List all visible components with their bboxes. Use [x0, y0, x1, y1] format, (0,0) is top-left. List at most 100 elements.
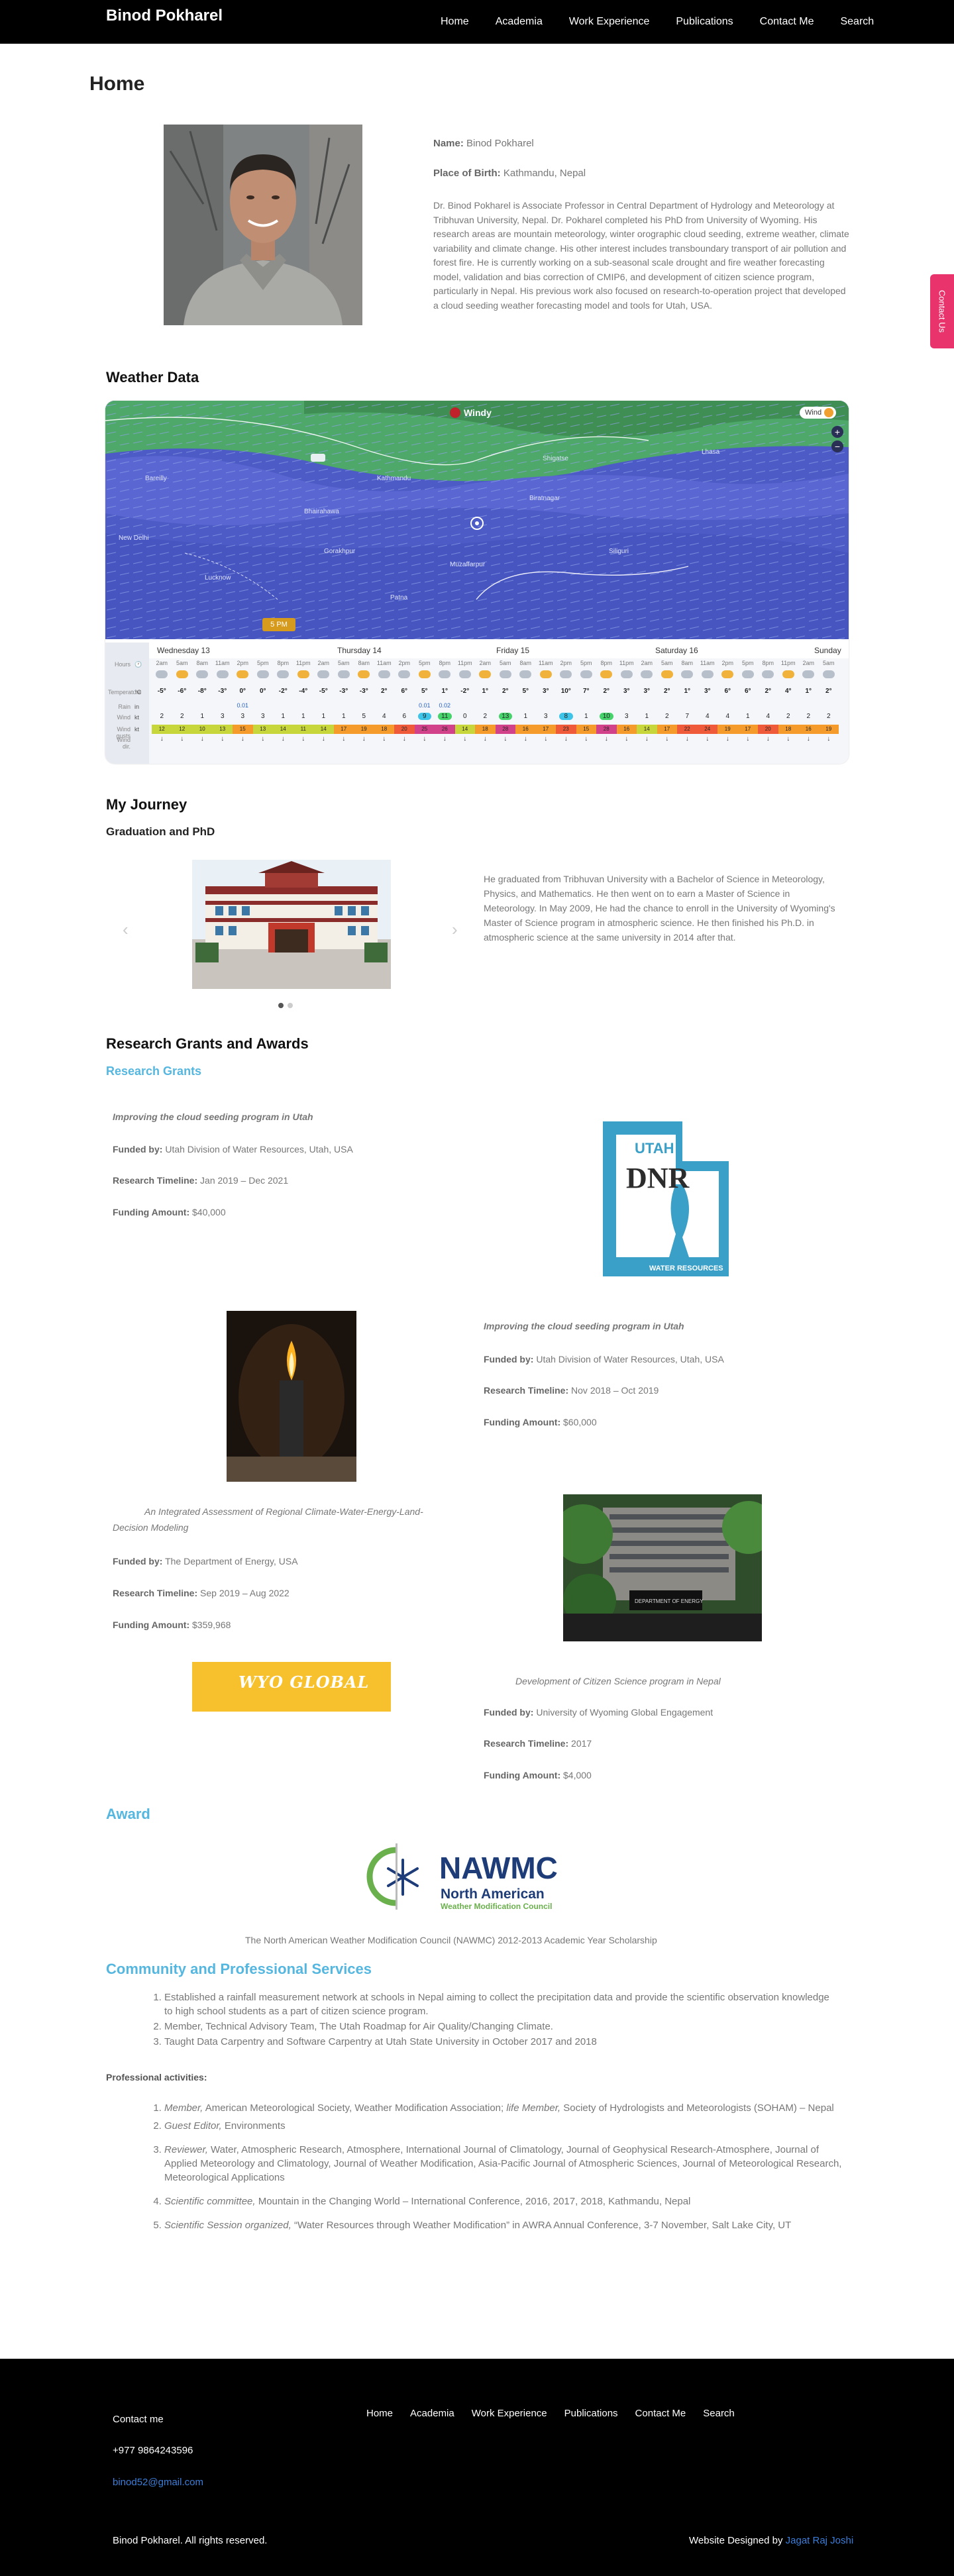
- activity-text: Mountain in the Changing World – Interna…: [258, 2196, 691, 2207]
- carousel-prev-button[interactable]: ‹: [123, 919, 129, 940]
- wind-direction-arrow-icon: ↓: [665, 735, 669, 743]
- weather-icon: [681, 670, 693, 678]
- community-list: Established a rainfall measurement netwo…: [164, 1990, 833, 2050]
- wind-value: 2: [786, 713, 790, 720]
- nav-academia[interactable]: Academia: [496, 16, 543, 28]
- day-label[interactable]: Thursday 14: [337, 646, 382, 655]
- day-label[interactable]: Friday 15: [496, 646, 529, 655]
- hour-label: 2pm: [721, 660, 733, 666]
- footer-nav-search[interactable]: Search: [703, 2408, 735, 2419]
- temperature-value: 5°: [421, 688, 428, 695]
- footer-nav-academia[interactable]: Academia: [410, 2408, 454, 2419]
- activity-role: Member,: [164, 2102, 203, 2114]
- footer-email-link[interactable]: binod52@gmail.com: [113, 2477, 203, 2488]
- grant-timeline: Research Timeline: Jan 2019 – Dec 2021: [113, 1172, 288, 1188]
- weather-icon: [156, 670, 168, 678]
- weather-icon: [358, 670, 370, 678]
- carousel-dot[interactable]: [288, 1003, 293, 1008]
- footer-nav-home[interactable]: Home: [366, 2408, 393, 2419]
- nawmc-main-text: NAWMC: [439, 1851, 558, 1885]
- grant-title: An Integrated Assessment of Regional Cli…: [113, 1506, 423, 1533]
- map-label-patna: Patna: [390, 594, 408, 601]
- utah-dnr-logo: UTAH DNR WATER RESOURCES: [596, 1121, 735, 1276]
- nav-publications[interactable]: Publications: [676, 16, 733, 28]
- nav-home[interactable]: Home: [441, 16, 469, 28]
- wind-value: 3: [220, 713, 225, 720]
- wind-value: 13: [498, 713, 512, 720]
- footer-nav-work-experience[interactable]: Work Experience: [472, 2408, 547, 2419]
- wind-direction-arrow-icon: ↓: [382, 735, 386, 743]
- weather-icon: [721, 670, 733, 678]
- day-label[interactable]: Saturday 16: [655, 646, 698, 655]
- rain-value: 0.01: [237, 702, 249, 709]
- footer-phone[interactable]: +977 9864243596: [113, 2445, 193, 2456]
- weather-icon: [499, 670, 511, 678]
- row-label: Wind: [117, 714, 131, 721]
- wind-direction-arrow-icon: ↓: [625, 735, 629, 743]
- temperature-value: -2°: [278, 688, 288, 695]
- rain-value: 0.01: [418, 702, 431, 709]
- list-item: Established a rainfall measurement netwo…: [164, 1990, 833, 2018]
- temperature-value: 6°: [744, 688, 751, 695]
- hour-label: 2pm: [237, 660, 248, 666]
- list-item: Member, American Meteorological Society,…: [164, 2101, 853, 2115]
- nav-search[interactable]: Search: [840, 16, 874, 28]
- day-label[interactable]: Wednesday 13: [157, 646, 210, 655]
- temperature-value: -4°: [299, 688, 308, 695]
- carousel-dot-active[interactable]: [278, 1003, 284, 1008]
- weather-icon: [782, 670, 794, 678]
- hour-label: 2am: [641, 660, 653, 666]
- hour-label: 8am: [519, 660, 531, 666]
- amount-label: Funding Amount:: [113, 1207, 190, 1217]
- wind-direction-arrow-icon: ↓: [523, 735, 527, 743]
- footer-nav-contact-me[interactable]: Contact Me: [635, 2408, 686, 2419]
- grant-timeline: Research Timeline: Sep 2019 – Aug 2022: [113, 1585, 290, 1601]
- map-label-muzaffarpur: Muzaffarpur: [450, 561, 486, 568]
- wind-direction-arrow-icon: ↓: [504, 735, 507, 743]
- nawmc-sub1-text: North American: [441, 1886, 545, 1902]
- row-label: Wind dir.: [117, 737, 131, 750]
- timeline-value: Sep 2019 – Aug 2022: [200, 1588, 290, 1598]
- nav-work-experience[interactable]: Work Experience: [569, 16, 650, 28]
- row-label: Temperature: [108, 689, 142, 696]
- wind-direction-arrow-icon: ↓: [483, 735, 487, 743]
- weather-icon: [337, 670, 350, 678]
- list-item: Taught Data Carpentry and Software Carpe…: [164, 2035, 833, 2049]
- designer-link[interactable]: Jagat Raj Joshi: [786, 2535, 854, 2546]
- hour-label: 11am: [215, 660, 230, 666]
- nav-contact-me[interactable]: Contact Me: [760, 16, 814, 28]
- weather-icon: [802, 670, 814, 678]
- contact-us-tab[interactable]: Contact Us: [930, 274, 954, 348]
- layer-selector[interactable]: Wind: [800, 407, 837, 419]
- footer-contact-heading: Contact me: [113, 2414, 164, 2425]
- nawmc-logo: NAWMC North American Weather Modificatio…: [366, 1833, 585, 1918]
- row-label: Hours: [114, 661, 131, 668]
- zoom-out-button[interactable]: −: [831, 440, 843, 452]
- hour-label: 5pm: [580, 660, 592, 666]
- windy-logo-icon: [450, 407, 460, 418]
- day-label[interactable]: Sunday: [814, 646, 841, 655]
- row-unit: kt: [134, 726, 140, 733]
- site-brand[interactable]: Binod Pokharel: [106, 7, 223, 25]
- wind-direction-arrow-icon: ↓: [746, 735, 750, 743]
- profile-name: Name: Binod Pokharel: [433, 136, 824, 152]
- windy-brand[interactable]: Windy: [450, 407, 492, 418]
- hour-label: 8am: [196, 660, 208, 666]
- weather-icon: [519, 670, 531, 678]
- wind-value: 4: [705, 713, 710, 720]
- weather-map[interactable]: Kathmandu Biratnagar Bhairahawa Lucknow …: [105, 401, 849, 639]
- weather-icon: [600, 670, 612, 678]
- wind-value: 2: [160, 713, 164, 720]
- funded-value: Utah Division of Water Resources, Utah, …: [165, 1144, 353, 1155]
- footer-nav-publications[interactable]: Publications: [564, 2408, 618, 2419]
- temperature-value: -3°: [218, 688, 227, 695]
- profile-photo: [164, 125, 362, 325]
- zoom-in-button[interactable]: +: [831, 426, 843, 438]
- row-unit: 🕐: [134, 661, 142, 668]
- weather-widget[interactable]: Kathmandu Biratnagar Bhairahawa Lucknow …: [105, 401, 849, 764]
- nawmc-sub2-text: Weather Modification Council: [441, 1902, 552, 1911]
- time-marker[interactable]: 5 PM: [262, 618, 295, 631]
- timeline-label: Research Timeline:: [484, 1385, 569, 1396]
- carousel-next-button[interactable]: ›: [452, 919, 458, 940]
- wind-value: 4: [725, 713, 730, 720]
